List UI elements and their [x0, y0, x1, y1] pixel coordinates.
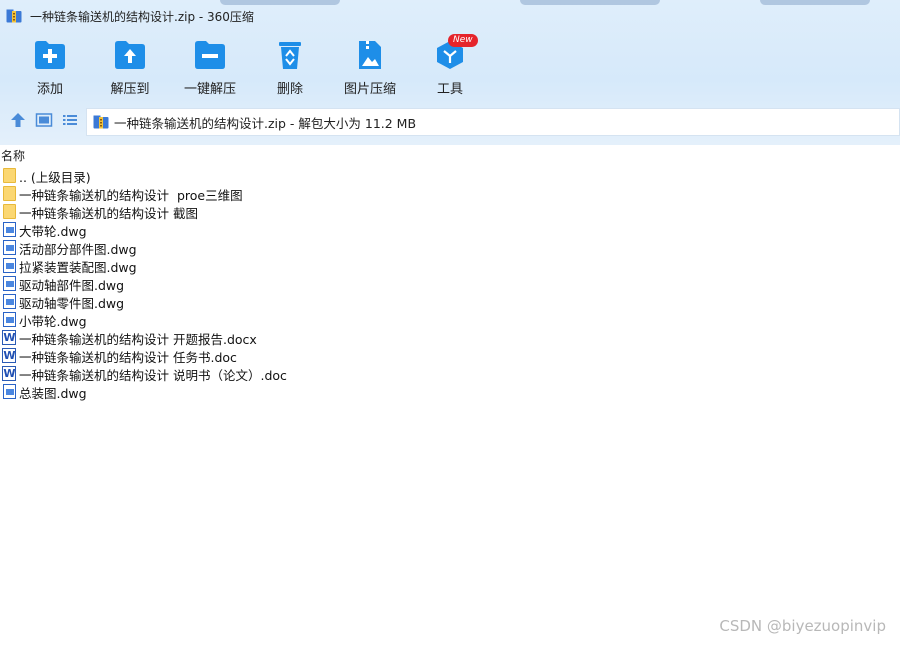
navigation-bar: 一种链条输送机的结构设计.zip - 解包大小为 11.2 MB — [0, 104, 900, 136]
recycle-delete-icon — [274, 40, 306, 70]
file-name: 一种链条输送机的结构设计 开题报告.docx — [19, 331, 257, 347]
folder-row[interactable]: 一种链条输送机的结构设计 截图 — [0, 203, 900, 221]
tools-button[interactable]: New 工具 — [410, 34, 490, 98]
file-name: 一种链条输送机的结构设计 说明书（论文）.doc — [19, 367, 287, 383]
add-button[interactable]: 添加 — [10, 40, 90, 98]
file-name: 活动部分部件图.dwg — [19, 241, 137, 257]
file-name: .. (上级目录) — [19, 169, 91, 185]
file-row[interactable]: 小带轮.dwg — [0, 311, 900, 329]
file-name: 一种链条输送机的结构设计 截图 — [19, 205, 198, 221]
up-arrow-icon[interactable] — [9, 111, 27, 129]
file-row[interactable]: 活动部分部件图.dwg — [0, 239, 900, 257]
add-label: 添加 — [36, 82, 63, 97]
zip-archive-icon — [6, 9, 22, 23]
tools-label: 工具 — [436, 82, 463, 97]
image-compress-icon — [354, 40, 386, 70]
file-name: 驱动轴零件图.dwg — [19, 295, 125, 311]
file-row[interactable]: 驱动轴部件图.dwg — [0, 275, 900, 293]
dwg-file-icon — [2, 222, 17, 238]
dwg-file-icon — [2, 240, 17, 256]
thumbnail-view-icon[interactable] — [35, 111, 53, 129]
file-name: 驱动轴部件图.dwg — [19, 277, 125, 293]
dwg-file-icon — [2, 312, 17, 328]
watermark: CSDN @biyezuopinvip — [719, 617, 886, 635]
word-document-icon: W — [2, 330, 16, 345]
archive-path: 一种链条输送机的结构设计.zip - 解包大小为 11.2 MB — [114, 115, 417, 131]
word-document-icon: W — [2, 348, 16, 363]
delete-button[interactable]: 删除 — [250, 40, 330, 98]
word-document-icon: W — [2, 366, 16, 381]
image-compress-button[interactable]: 图片压缩 — [330, 40, 410, 98]
column-header-name[interactable]: 名称 — [0, 146, 900, 166]
extract-to-icon — [114, 40, 146, 70]
file-row[interactable]: W 一种链条输送机的结构设计 说明书（论文）.doc — [0, 365, 900, 383]
file-name: 总装图.dwg — [19, 385, 87, 401]
folder-row[interactable]: .. (上级目录) — [0, 167, 900, 185]
dwg-file-icon — [2, 258, 17, 274]
file-name: 小带轮.dwg — [19, 313, 87, 329]
one-click-extract-label: 一键解压 — [183, 82, 236, 97]
title-bar: 一种链条输送机的结构设计.zip - 360压缩 — [0, 0, 900, 32]
zip-archive-icon — [93, 115, 109, 129]
file-name: 一种链条输送机的结构设计 proe三维图 — [19, 187, 243, 203]
dwg-file-icon — [2, 276, 17, 292]
folder-row[interactable]: 一种链条输送机的结构设计 proe三维图 — [0, 185, 900, 203]
window-title: 一种链条输送机的结构设计.zip - 360压缩 — [30, 9, 254, 24]
top-chrome: 一种链条输送机的结构设计.zip - 360压缩 添加 解压到 一键解压 删除 … — [0, 0, 900, 145]
folder-icon — [2, 168, 17, 184]
file-row[interactable]: W 一种链条输送机的结构设计 开题报告.docx — [0, 329, 900, 347]
file-row[interactable]: 总装图.dwg — [0, 383, 900, 401]
file-row[interactable]: 大带轮.dwg — [0, 221, 900, 239]
one-click-extract-icon — [194, 40, 226, 70]
folder-icon — [2, 186, 17, 202]
extract-to-label: 解压到 — [110, 82, 150, 97]
dwg-file-icon — [2, 384, 17, 400]
file-row[interactable]: 驱动轴零件图.dwg — [0, 293, 900, 311]
delete-label: 删除 — [276, 82, 303, 97]
new-badge: New — [448, 34, 478, 47]
extract-to-button[interactable]: 解压到 — [90, 40, 170, 98]
address-bar[interactable]: 一种链条输送机的结构设计.zip - 解包大小为 11.2 MB — [86, 108, 900, 136]
file-list: .. (上级目录) 一种链条输送机的结构设计 proe三维图 一种链条输送机的结构设… — [0, 167, 900, 401]
toolbar: 添加 解压到 一键解压 删除 图片压缩 New 工具 — [0, 32, 900, 100]
image-compress-label: 图片压缩 — [343, 82, 396, 97]
file-name: 大带轮.dwg — [19, 223, 87, 239]
file-name: 拉紧装置装配图.dwg — [19, 259, 137, 275]
list-view-icon[interactable] — [61, 111, 79, 129]
folder-icon — [2, 204, 17, 220]
file-row[interactable]: 拉紧装置装配图.dwg — [0, 257, 900, 275]
file-row[interactable]: W 一种链条输送机的结构设计 任务书.doc — [0, 347, 900, 365]
file-name: 一种链条输送机的结构设计 任务书.doc — [19, 349, 237, 365]
one-click-extract-button[interactable]: 一键解压 — [170, 40, 250, 98]
dwg-file-icon — [2, 294, 17, 310]
add-folder-icon — [34, 40, 66, 70]
